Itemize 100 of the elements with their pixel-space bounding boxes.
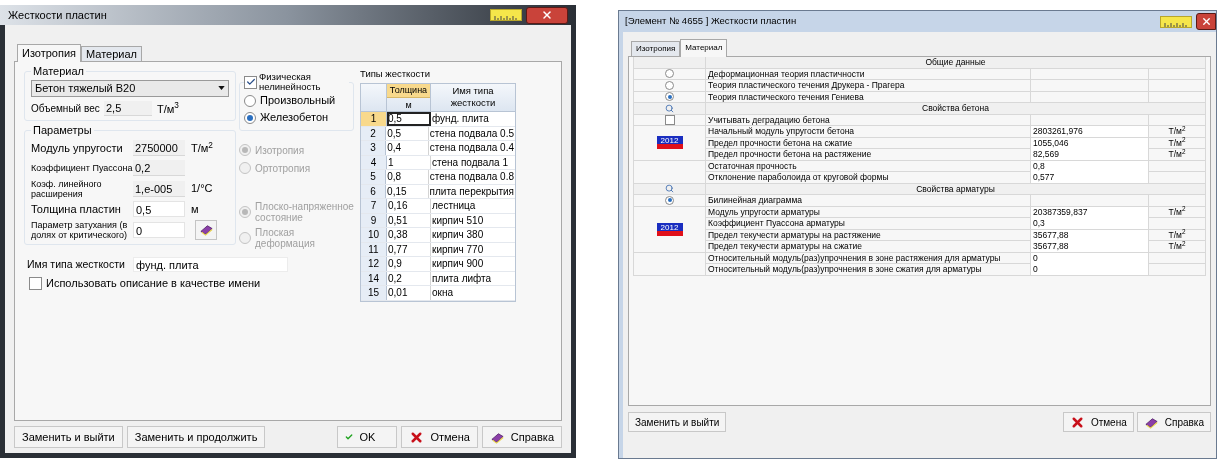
- row-number[interactable]: 7: [361, 199, 387, 213]
- table-cell-text: кирпич 380: [431, 228, 485, 242]
- dialog-button[interactable]: Отмена: [401, 426, 478, 448]
- section-header: Общие данные: [924, 57, 987, 68]
- window-title: [Элемент № 4655 ] Жесткости пластин: [625, 14, 797, 29]
- table-cell-text: фунд. плита: [431, 112, 490, 126]
- field-label: Модуль упругости: [31, 143, 124, 153]
- property-value[interactable]: 0,577: [1031, 172, 1149, 183]
- row-number[interactable]: 12: [361, 257, 387, 271]
- input-field[interactable]: 0,5: [133, 201, 185, 217]
- radio-label: Произвольный: [260, 93, 336, 109]
- flag-badge: 2012: [656, 136, 683, 150]
- table-cell: 1: [387, 155, 431, 170]
- table-title: Типы жесткости: [360, 67, 431, 81]
- unit-label: Т/м$^{2}$: [1167, 126, 1187, 137]
- unit-label: 1/°C: [191, 181, 213, 197]
- tab[interactable]: Изотропия: [631, 41, 681, 56]
- radio-label: Плоско-напряженное состояние: [255, 201, 354, 223]
- row-number[interactable]: 1: [361, 112, 387, 126]
- radio-button[interactable]: [665, 69, 674, 79]
- book-button[interactable]: [195, 219, 217, 240]
- window-title: Жесткости пластин: [8, 7, 107, 23]
- table-cell: 0,16: [387, 199, 431, 213]
- table-cell: 0,8: [386, 170, 429, 184]
- table-cell: 0,9: [387, 257, 431, 271]
- property-value[interactable]: 0,3: [1031, 218, 1149, 229]
- dialog-button[interactable]: Справка: [1136, 412, 1211, 432]
- table-cell: плита перекрытия: [428, 184, 515, 199]
- property-value[interactable]: 20387359,837: [1031, 206, 1149, 218]
- table-cell: 0,51: [387, 213, 431, 228]
- table-cell: стена подвала 0.4: [428, 141, 515, 155]
- dialog-button[interactable]: Отмена: [1062, 412, 1134, 432]
- table-cell: 0,15: [386, 184, 429, 199]
- checkbox[interactable]: [664, 114, 675, 125]
- ruler-icon: [494, 14, 518, 20]
- property-value[interactable]: 35677,88: [1031, 241, 1149, 252]
- checkbox-label: Физическая нелинейность: [259, 72, 322, 92]
- group-title: Параметры: [32, 123, 93, 138]
- row-number[interactable]: 15: [361, 286, 387, 300]
- tab[interactable]: Материал: [680, 39, 728, 57]
- table-cell-text: кирпич 510: [431, 213, 485, 228]
- option-label: Деформационная теория пластичности: [706, 68, 1031, 80]
- radio-button[interactable]: [665, 195, 674, 205]
- tab[interactable]: Материал: [81, 46, 143, 61]
- radio-button[interactable]: [244, 111, 256, 124]
- table-cell: 0,01: [387, 286, 431, 300]
- dialog-button[interactable]: OK: [337, 426, 398, 448]
- unit-label: Т/м$^{2}$: [1167, 241, 1187, 252]
- close-icon: [1200, 16, 1212, 27]
- checkbox[interactable]: [244, 75, 257, 89]
- checkbox[interactable]: [29, 276, 42, 290]
- property-value[interactable]: 82,569: [1031, 149, 1149, 160]
- field-label: Коэффициент Пуассона: [31, 163, 133, 173]
- unit-label: Т/м$^{2}$: [1167, 229, 1187, 241]
- unit-label: Т/м$^{2}$: [191, 139, 213, 156]
- radio-label: Плоская деформация: [255, 227, 316, 249]
- radio-label: Изотропия: [255, 143, 305, 158]
- property-value[interactable]: 35677,88: [1031, 229, 1149, 241]
- tab[interactable]: Изотропия: [17, 44, 82, 62]
- table-cell: 0,38: [387, 228, 431, 242]
- row-number[interactable]: 10: [361, 228, 387, 242]
- option-label: Билинейная диаграмма: [706, 195, 1031, 206]
- dialog-button[interactable]: Заменить и выйти: [628, 412, 727, 432]
- dialog-button[interactable]: Заменить и продолжить: [126, 426, 266, 448]
- radio-button[interactable]: [665, 92, 674, 102]
- property-value[interactable]: 1055,046: [1031, 137, 1149, 149]
- unit-label: Т/м$^{2}$: [1167, 206, 1187, 218]
- row-number[interactable]: 5: [361, 170, 387, 184]
- input-field[interactable]: 1,е-005: [133, 180, 185, 197]
- input-field[interactable]: 2,5: [104, 101, 152, 117]
- table-cell: стена подвала 0.5: [428, 126, 515, 141]
- input-field[interactable]: 0: [133, 221, 185, 238]
- table-cell: 0,2: [387, 271, 431, 286]
- input-field[interactable]: 2750000: [133, 140, 185, 156]
- close-button[interactable]: [1196, 13, 1216, 30]
- option-label: Теория пластического течения Друкера - Прагера: [706, 80, 1031, 91]
- dropdown-arrow-icon: [218, 86, 225, 90]
- table-cell-text: кирпич 900: [431, 257, 485, 271]
- radio-button[interactable]: [665, 80, 674, 90]
- dialog-button[interactable]: Заменить и выйти: [14, 426, 123, 448]
- column-header[interactable]: Имя типа жесткости: [431, 84, 515, 112]
- field-label: Параметр затухания (в долях от критического): [31, 219, 129, 240]
- flag-badge: 2012: [656, 222, 683, 236]
- property-value[interactable]: 0: [1031, 252, 1149, 264]
- option-label: Теория пластического течения Гениева: [706, 91, 1031, 103]
- property-value[interactable]: 0,8: [1031, 160, 1149, 172]
- property-value[interactable]: 2803261,976: [1031, 126, 1149, 137]
- material-dropdown[interactable]: Бетон тяжелый В20: [31, 79, 229, 97]
- field-label: Имя типа жесткости: [27, 257, 126, 272]
- row-number[interactable]: 3: [361, 141, 387, 155]
- dialog-button[interactable]: Справка: [481, 426, 562, 448]
- ruler-button[interactable]: [490, 9, 522, 21]
- radio-label: Железобетон: [260, 110, 329, 126]
- property-value[interactable]: 0: [1031, 264, 1149, 275]
- checkbox-label: Использовать описание в качестве имени: [46, 275, 261, 291]
- table-cell-text: кирпич 770: [431, 242, 485, 257]
- close-button[interactable]: [526, 6, 568, 24]
- input-field[interactable]: фунд. плита: [133, 257, 288, 273]
- radio-button[interactable]: [244, 94, 256, 107]
- input-field[interactable]: 0,2: [133, 160, 185, 176]
